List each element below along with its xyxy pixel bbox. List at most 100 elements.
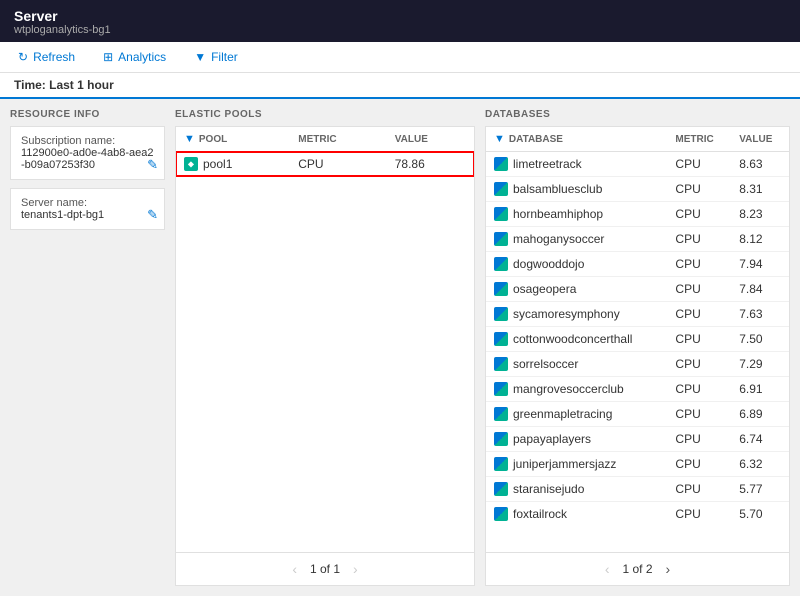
db-metric-cell: CPU xyxy=(667,227,731,252)
database-icon xyxy=(494,432,508,446)
pool-value-cell: 78.86 xyxy=(387,152,474,177)
database-row[interactable]: greenmapletracing CPU 6.89 xyxy=(486,402,789,427)
db-value-cell: 7.84 xyxy=(731,277,789,302)
databases-table: ▼ DATABASE METRIC VALUE xyxy=(486,127,789,526)
database-row[interactable]: sorrelsoccer CPU 7.29 xyxy=(486,352,789,377)
databases-panel: DATABASES ▼ DATABASE MET xyxy=(485,109,790,586)
db-name-value: staranisejudo xyxy=(513,482,584,496)
elastic-pools-panel: ELASTIC POOLS ▼ POOL MET xyxy=(175,109,475,586)
elastic-pools-title: ELASTIC POOLS xyxy=(175,109,475,120)
db-name-value: cottonwoodconcerthall xyxy=(513,332,632,346)
server-edit-icon[interactable]: ✎ xyxy=(147,207,158,223)
db-name-cell: papayaplayers xyxy=(486,427,667,452)
db-name-value: papayaplayers xyxy=(513,432,591,446)
db-name-cell: balsambluesclub xyxy=(486,177,667,202)
db-col-value: VALUE xyxy=(731,127,789,152)
analytics-icon: ⊞ xyxy=(103,50,113,64)
db-metric-cell: CPU xyxy=(667,302,731,327)
pools-next-button[interactable]: › xyxy=(348,559,363,579)
filter-icon: ▼ xyxy=(194,50,206,64)
db-name-value: mahoganysoccer xyxy=(513,232,604,246)
database-icon xyxy=(494,282,508,296)
db-metric-cell: CPU xyxy=(667,202,731,227)
db-value-cell: 7.29 xyxy=(731,352,789,377)
database-row[interactable]: sycamoresymphony CPU 7.63 xyxy=(486,302,789,327)
db-name-cell: sycamoresymphony xyxy=(486,302,667,327)
db-metric-cell: CPU xyxy=(667,352,731,377)
database-row[interactable]: hornbeamhiphop CPU 8.23 xyxy=(486,202,789,227)
db-page-info: 1 of 2 xyxy=(622,562,652,576)
subscription-card: Subscription name: 112900e0-ad0e-4ab8-ae… xyxy=(10,126,165,180)
db-name-cell: osageopera xyxy=(486,277,667,302)
time-bar: Time: Last 1 hour xyxy=(0,73,800,99)
pools-prev-button[interactable]: ‹ xyxy=(287,559,302,579)
db-name-value: mangrovesoccerclub xyxy=(513,382,624,396)
analytics-button[interactable]: ⊞ Analytics xyxy=(99,48,170,66)
database-row[interactable]: juniperjammersjazz CPU 6.32 xyxy=(486,452,789,477)
db-metric-cell: CPU xyxy=(667,402,731,427)
db-name-value: foxtailrock xyxy=(513,507,567,521)
db-name-value: osageopera xyxy=(513,282,576,296)
db-name-cell: dogwooddojo xyxy=(486,252,667,277)
server-card: Server name: tenants1-dpt-bg1 ✎ xyxy=(10,188,165,230)
pool-name-value: pool1 xyxy=(203,157,232,171)
db-prev-button[interactable]: ‹ xyxy=(600,559,615,579)
databases-title: DATABASES xyxy=(485,109,790,120)
db-value-cell: 6.32 xyxy=(731,452,789,477)
db-metric-cell: CPU xyxy=(667,177,731,202)
elastic-pools-table-container: ▼ POOL METRIC VALUE xyxy=(175,126,475,586)
elastic-pools-table-body: pool1 CPU 78.86 xyxy=(176,152,474,177)
databases-pagination: ‹ 1 of 2 › xyxy=(486,552,789,585)
analytics-label: Analytics xyxy=(118,50,166,64)
db-metric-cell: CPU xyxy=(667,327,731,352)
db-filter-icon[interactable]: ▼ xyxy=(494,133,505,145)
db-col-database: ▼ DATABASE xyxy=(486,127,667,152)
database-row[interactable]: foxtailrock CPU 5.70 xyxy=(486,502,789,527)
db-metric-cell: CPU xyxy=(667,377,731,402)
databases-table-container: ▼ DATABASE METRIC VALUE xyxy=(485,126,790,586)
db-next-button[interactable]: › xyxy=(661,559,676,579)
db-name-value: balsambluesclub xyxy=(513,182,602,196)
server-label: Server name: xyxy=(21,197,154,209)
database-icon xyxy=(494,157,508,171)
subscription-label: Subscription name: xyxy=(21,135,154,147)
db-value-cell: 7.63 xyxy=(731,302,789,327)
filter-button[interactable]: ▼ Filter xyxy=(190,48,242,66)
database-row[interactable]: mangrovesoccerclub CPU 6.91 xyxy=(486,377,789,402)
database-row[interactable]: mahoganysoccer CPU 8.12 xyxy=(486,227,789,252)
database-row[interactable]: limetreetrack CPU 8.63 xyxy=(486,152,789,177)
subscription-edit-icon[interactable]: ✎ xyxy=(147,157,158,173)
database-row[interactable]: dogwooddojo CPU 7.94 xyxy=(486,252,789,277)
database-row[interactable]: staranisejudo CPU 5.77 xyxy=(486,477,789,502)
pools-filter-icon[interactable]: ▼ xyxy=(184,133,195,145)
database-row[interactable]: osageopera CPU 7.84 xyxy=(486,277,789,302)
refresh-button[interactable]: ↻ Refresh xyxy=(14,48,79,66)
database-icon xyxy=(494,507,508,521)
page-subtitle: wtploganalytics-bg1 xyxy=(14,24,786,36)
db-name-cell: foxtailrock xyxy=(486,502,667,527)
pool-row[interactable]: pool1 CPU 78.86 xyxy=(176,152,474,177)
pools-col-metric: METRIC xyxy=(290,127,386,152)
database-icon xyxy=(494,482,508,496)
db-name-cell: mahoganysoccer xyxy=(486,227,667,252)
db-name-value: sorrelsoccer xyxy=(513,357,578,371)
db-metric-cell: CPU xyxy=(667,502,731,527)
database-icon xyxy=(494,357,508,371)
db-metric-cell: CPU xyxy=(667,427,731,452)
pool-metric-cell: CPU xyxy=(290,152,386,177)
elastic-pools-scroll: ▼ POOL METRIC VALUE xyxy=(176,127,474,552)
db-value-cell: 7.94 xyxy=(731,252,789,277)
db-value-cell: 8.23 xyxy=(731,202,789,227)
pools-page-info: 1 of 1 xyxy=(310,562,340,576)
database-row[interactable]: cottonwoodconcerthall CPU 7.50 xyxy=(486,327,789,352)
filter-label: Filter xyxy=(211,50,238,64)
database-row[interactable]: balsambluesclub CPU 8.31 xyxy=(486,177,789,202)
db-name-cell: mangrovesoccerclub xyxy=(486,377,667,402)
db-metric-cell: CPU xyxy=(667,452,731,477)
database-icon xyxy=(494,307,508,321)
db-col-metric: METRIC xyxy=(667,127,731,152)
db-value-cell: 6.74 xyxy=(731,427,789,452)
database-row[interactable]: papayaplayers CPU 6.74 xyxy=(486,427,789,452)
db-metric-cell: CPU xyxy=(667,477,731,502)
db-value-cell: 8.12 xyxy=(731,227,789,252)
